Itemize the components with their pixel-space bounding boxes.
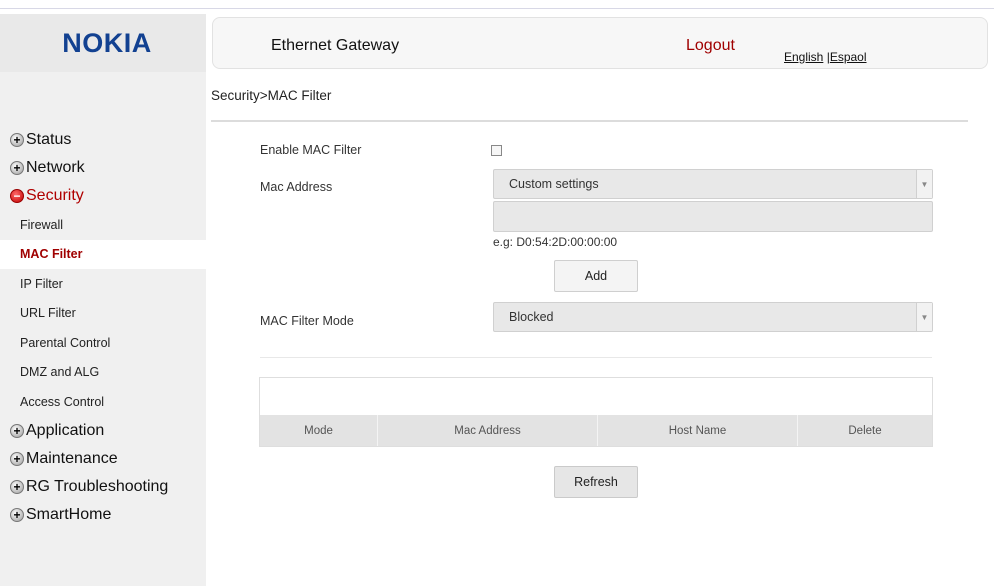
column-header-host-name: Host Name	[598, 415, 798, 446]
breadcrumb-divider	[211, 120, 968, 122]
mac-address-label: Mac Address	[260, 180, 333, 194]
mac-example-hint: e.g: D0:54:2D:00:00:00	[493, 235, 618, 249]
breadcrumb: Security>MAC Filter	[211, 88, 332, 103]
enable-mac-filter-label: Enable MAC Filter	[260, 143, 362, 157]
column-header-mode: Mode	[260, 415, 378, 446]
mac-address-input[interactable]	[493, 201, 933, 232]
chevron-down-icon: ▼	[916, 303, 932, 331]
mac-filter-mode-select[interactable]: Blocked ▼	[493, 302, 933, 332]
sidebar-item-network[interactable]: + Network	[0, 154, 206, 182]
plus-circle-icon: +	[10, 451, 24, 466]
mac-address-select-value: Custom settings	[509, 177, 599, 191]
sidebar-subitem-dmz-alg[interactable]: DMZ and ALG	[0, 357, 206, 387]
minus-circle-icon: −	[10, 189, 24, 203]
sidebar-item-smarthome[interactable]: + SmartHome	[0, 501, 206, 529]
sidebar-subitem-mac-filter[interactable]: MAC Filter	[0, 239, 206, 269]
sidebar-item-label: Maintenance	[26, 449, 118, 467]
language-switcher: English |Espaol	[784, 50, 867, 64]
sidebar-item-maintenance[interactable]: + Maintenance	[0, 445, 206, 473]
sidebar-item-application[interactable]: + Application	[0, 417, 206, 445]
plus-circle-icon: +	[10, 133, 24, 147]
section-divider	[260, 357, 932, 358]
column-header-mac-address: Mac Address	[378, 415, 598, 446]
header-bar: Ethernet Gateway Logout English |Espaol	[212, 17, 988, 69]
mac-filter-mode-select-value: Blocked	[509, 310, 554, 324]
sidebar-item-rg-troubleshooting[interactable]: + RG Troubleshooting	[0, 473, 206, 501]
plus-circle-icon: +	[10, 161, 24, 175]
sidebar-item-label: Status	[26, 131, 72, 148]
sidebar-item-label: Network	[26, 159, 85, 176]
lang-english-link[interactable]: English	[784, 50, 823, 64]
sidebar-item-label: RG Troubleshooting	[26, 477, 169, 495]
mac-address-select[interactable]: Custom settings ▼	[493, 169, 933, 199]
sidebar: NOKIA + Status + Network − Security Fire…	[0, 14, 206, 586]
sidebar-item-security[interactable]: − Security	[0, 182, 206, 210]
lang-spanish-link[interactable]: Espaol	[830, 50, 867, 64]
page: NOKIA + Status + Network − Security Fire…	[0, 0, 994, 586]
enable-mac-filter-checkbox[interactable]	[491, 145, 502, 156]
add-button[interactable]: Add	[554, 260, 638, 292]
sidebar-subitem-url-filter[interactable]: URL Filter	[0, 298, 206, 328]
logout-link[interactable]: Logout	[686, 37, 735, 55]
sidebar-item-label: Security	[26, 187, 84, 204]
mac-filter-table: Mode Mac Address Host Name Delete	[259, 377, 933, 447]
app-title: Ethernet Gateway	[271, 37, 400, 54]
sidebar-subitem-ip-filter[interactable]: IP Filter	[0, 269, 206, 299]
top-divider	[0, 8, 994, 9]
sidebar-nav: + Status + Network − Security Firewall M…	[0, 126, 206, 529]
sidebar-subitem-parental-control[interactable]: Parental Control	[0, 328, 206, 358]
sidebar-item-status[interactable]: + Status	[0, 126, 206, 154]
plus-circle-icon: +	[10, 507, 24, 522]
sidebar-subitem-access-control[interactable]: Access Control	[0, 387, 206, 417]
nokia-logo: NOKIA	[62, 27, 152, 58]
sidebar-item-label: Application	[26, 421, 105, 439]
plus-circle-icon: +	[10, 479, 24, 494]
mac-filter-mode-label: MAC Filter Mode	[260, 314, 354, 328]
sidebar-subitem-firewall[interactable]: Firewall	[0, 210, 206, 240]
column-header-delete: Delete	[848, 424, 882, 437]
plus-circle-icon: +	[10, 423, 24, 438]
refresh-button[interactable]: Refresh	[554, 466, 638, 498]
sidebar-item-label: SmartHome	[26, 505, 112, 523]
table-header-row: Mode Mac Address Host Name Delete	[260, 415, 932, 446]
logo-area: NOKIA	[0, 14, 206, 72]
chevron-down-icon: ▼	[916, 170, 932, 198]
